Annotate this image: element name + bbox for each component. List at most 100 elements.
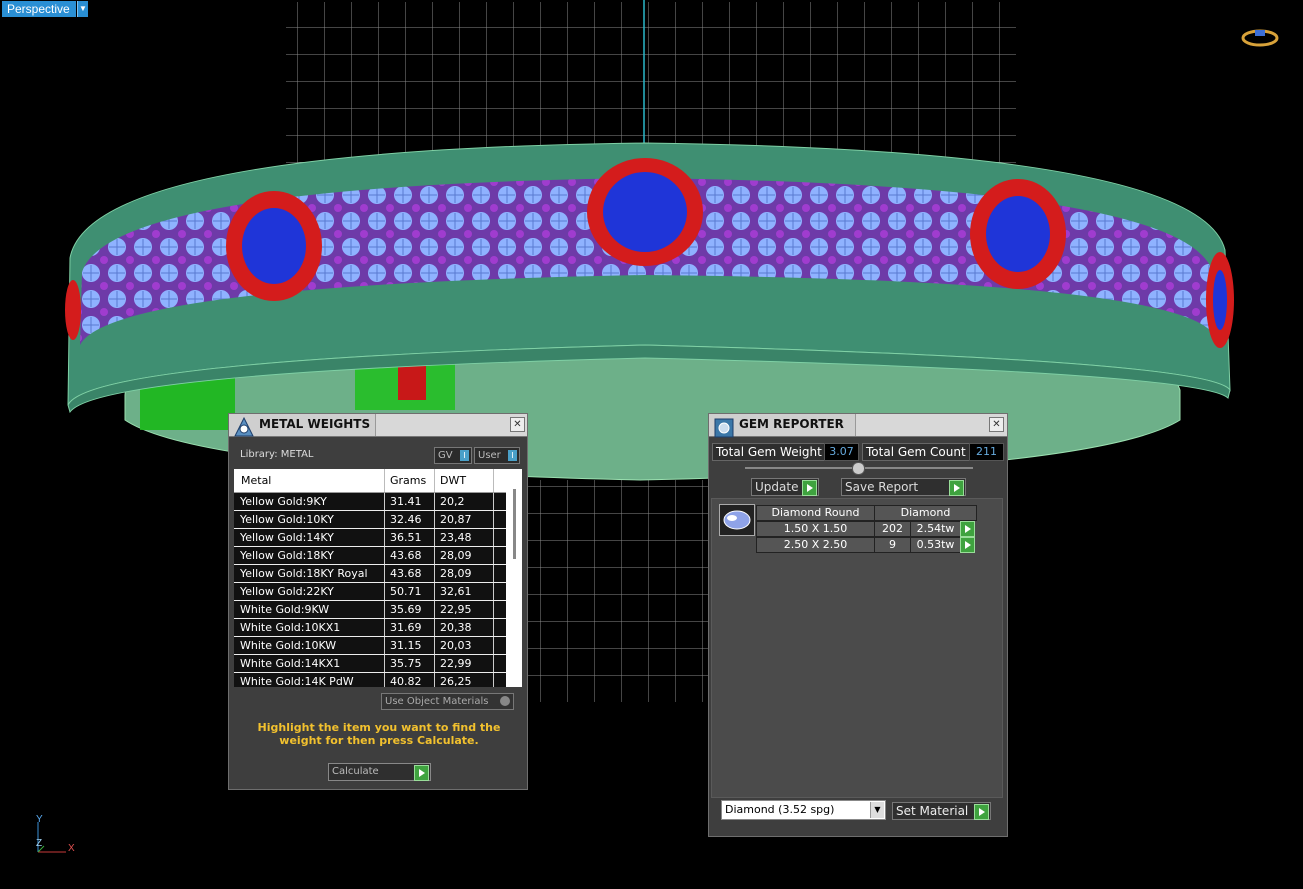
cell-metal: White Gold:14KX1 (240, 657, 341, 670)
total-gem-weight-value: 3.07 (824, 443, 859, 461)
calculate-label: Calculate (332, 766, 379, 777)
save-report-button[interactable]: Save Report (841, 478, 966, 496)
calculate-button[interactable]: Calculate (328, 763, 431, 781)
gem-weight: 2.54tw (910, 521, 961, 537)
axis-z-label: Z (36, 838, 43, 849)
table-row[interactable]: White Gold:9KW 35.69 22,95 (234, 601, 506, 619)
gem-reporter-close-icon[interactable]: ✕ (989, 417, 1004, 432)
cell-metal: White Gold:10KX1 (240, 621, 341, 634)
gem-count: 9 (874, 537, 911, 553)
gem-reporter-title: GEM REPORTER (739, 417, 844, 431)
cell-grams: 43.68 (390, 549, 422, 562)
chevron-down-icon: ▼ (870, 802, 884, 818)
metal-weights-title: METAL WEIGHTS (259, 417, 371, 431)
radio-icon (500, 696, 510, 706)
cell-dwt: 22,95 (440, 603, 472, 616)
ring-icon[interactable] (1240, 26, 1280, 48)
gv-toggle[interactable]: GV I (434, 447, 472, 464)
viewport-dropdown-icon[interactable]: ▼ (77, 1, 88, 17)
material-select-value: Diamond (3.52 spg) (725, 803, 835, 816)
gem-row-play-icon[interactable] (960, 537, 975, 553)
total-gem-weight-label: Total Gem Weight (712, 443, 825, 461)
user-toggle[interactable]: User I (474, 447, 520, 464)
viewport-label[interactable]: Perspective (2, 1, 76, 17)
metal-weights-titlebar[interactable]: METAL WEIGHTS ✕ (229, 414, 527, 437)
gem-row-play-icon[interactable] (960, 521, 975, 537)
table-row[interactable]: Yellow Gold:9KY 31.41 20,2 (234, 493, 506, 511)
gem-reporter-panel: GEM REPORTER ✕ Total Gem Weight 3.07 Tot… (708, 413, 1008, 837)
cell-dwt: 28,09 (440, 567, 472, 580)
axis-indicator: Y Z X (32, 812, 82, 857)
metal-table-scrollbar[interactable] (506, 469, 522, 687)
gem-reporter-icon (714, 418, 734, 438)
col-metal[interactable]: Metal (241, 474, 271, 487)
set-material-button[interactable]: Set Material (892, 802, 991, 820)
cell-dwt: 20,03 (440, 639, 472, 652)
col-grams[interactable]: Grams (390, 474, 426, 487)
cell-dwt: 20,87 (440, 513, 472, 526)
cell-metal: Yellow Gold:9KY (240, 495, 327, 508)
gem-weight: 0.53tw (910, 537, 961, 553)
cell-dwt: 32,61 (440, 585, 472, 598)
gem-header-shape: Diamond Round (756, 505, 875, 521)
cell-grams: 50.71 (390, 585, 422, 598)
table-row[interactable]: Yellow Gold:18KY Royal 43.68 28,09 (234, 565, 506, 583)
table-row[interactable]: White Gold:14K PdW 40.82 26,25 (234, 673, 506, 687)
cell-metal: Yellow Gold:18KY Royal (240, 567, 368, 580)
save-report-label: Save Report (845, 480, 919, 494)
table-row[interactable]: White Gold:14KX1 35.75 22,99 (234, 655, 506, 673)
library-label: Library: METAL (240, 449, 314, 460)
table-row[interactable]: White Gold:10KW 31.15 20,03 (234, 637, 506, 655)
cell-grams: 31.41 (390, 495, 422, 508)
table-row[interactable]: Yellow Gold:18KY 43.68 28,09 (234, 547, 506, 565)
cell-grams: 40.82 (390, 675, 422, 687)
cell-dwt: 23,48 (440, 531, 472, 544)
metal-table[interactable]: Metal Grams DWT Yellow Gold:9KY 31.41 20,2… (234, 469, 522, 687)
metal-weights-close-icon[interactable]: ✕ (510, 417, 525, 432)
gem-count: 202 (874, 521, 911, 537)
table-row[interactable]: Yellow Gold:10KY 32.46 20,87 (234, 511, 506, 529)
slider-handle[interactable] (852, 462, 865, 475)
table-row[interactable]: Yellow Gold:22KY 50.71 32,61 (234, 583, 506, 601)
cell-metal: Yellow Gold:18KY (240, 549, 334, 562)
cell-metal: Yellow Gold:14KY (240, 531, 334, 544)
gem-size: 1.50 X 1.50 (756, 521, 875, 537)
metal-weights-icon (234, 416, 254, 437)
gem-reporter-titlebar[interactable]: GEM REPORTER ✕ (709, 414, 1007, 438)
table-row[interactable]: White Gold:10KX1 31.69 20,38 (234, 619, 506, 637)
use-object-materials-label: Use Object Materials (385, 696, 489, 707)
grid-front (527, 480, 710, 702)
cell-grams: 31.69 (390, 621, 422, 634)
axis-x-label: X (68, 843, 75, 854)
user-toggle-label: User (478, 450, 501, 461)
cell-grams: 43.68 (390, 567, 422, 580)
gem-size: 2.50 X 2.50 (756, 537, 875, 553)
update-button[interactable]: Update (751, 478, 819, 496)
gem-thumbnail[interactable] (719, 504, 755, 536)
gem-header-material: Diamond (874, 505, 977, 521)
cell-dwt: 26,25 (440, 675, 472, 687)
cell-dwt: 20,38 (440, 621, 472, 634)
cell-metal: White Gold:10KW (240, 639, 337, 652)
col-dwt[interactable]: DWT (440, 474, 466, 487)
total-gem-count-label: Total Gem Count (862, 443, 970, 461)
table-row[interactable]: Yellow Gold:14KY 36.51 23,48 (234, 529, 506, 547)
scrollbar-thumb[interactable] (513, 489, 516, 559)
set-material-label: Set Material (896, 804, 969, 818)
total-gem-count-value: 211 (969, 443, 1004, 461)
cell-dwt: 20,2 (440, 495, 465, 508)
cell-dwt: 28,09 (440, 549, 472, 562)
cell-grams: 35.75 (390, 657, 422, 670)
3d-viewport[interactable]: Perspective ▼ Y Z X METAL WEIGHTS ✕ Libr… (0, 0, 1303, 889)
gv-toggle-indicator: I (460, 450, 469, 461)
play-icon (414, 765, 429, 781)
axis-y-label: Y (36, 814, 43, 825)
gem-list[interactable]: Diamond Round Diamond 1.50 X 1.50 202 2.54… (711, 498, 1003, 798)
scene-render (65, 0, 1234, 702)
material-select[interactable]: Diamond (3.52 spg) ▼ (721, 800, 886, 820)
play-icon (974, 804, 989, 820)
cell-metal: White Gold:9KW (240, 603, 330, 616)
cell-grams: 31.15 (390, 639, 422, 652)
user-toggle-indicator: I (508, 450, 517, 461)
use-object-materials-toggle[interactable]: Use Object Materials (381, 693, 514, 710)
